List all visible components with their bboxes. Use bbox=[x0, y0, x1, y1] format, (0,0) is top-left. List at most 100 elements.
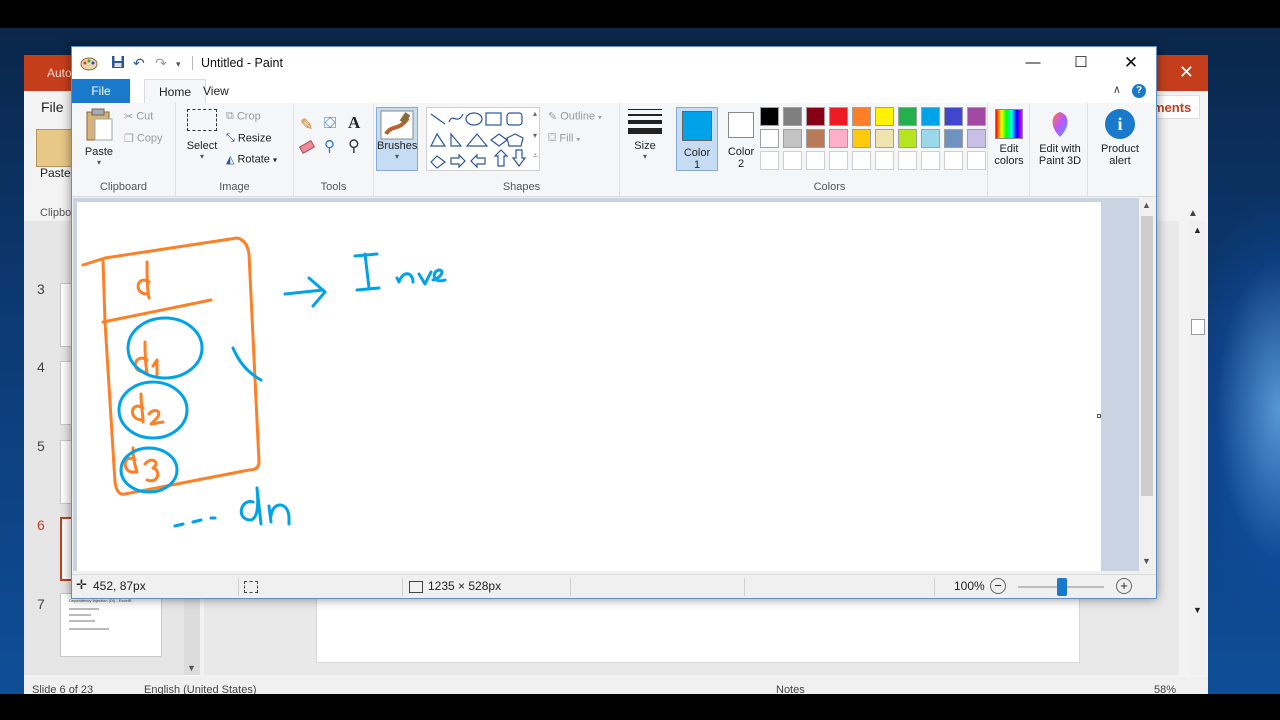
collapse-ribbon-icon[interactable]: ∧ bbox=[1113, 84, 1121, 96]
scroll-up-icon[interactable]: ▲ bbox=[1142, 200, 1151, 210]
palette-swatch[interactable] bbox=[898, 107, 917, 126]
help-icon[interactable]: ? bbox=[1132, 84, 1146, 98]
shapes-scroll-down-icon[interactable]: ▾ bbox=[533, 131, 537, 140]
paste-icon bbox=[82, 107, 116, 146]
scroll-down-icon[interactable]: ▼ bbox=[1193, 605, 1202, 615]
palette-swatch[interactable] bbox=[944, 107, 963, 126]
edit-with-paint3d-button[interactable]: Edit with Paint 3D bbox=[1032, 109, 1088, 167]
palette-swatch[interactable] bbox=[967, 107, 986, 126]
edit-colors-button[interactable]: Edit colors bbox=[990, 109, 1028, 167]
scroll-up-icon[interactable]: ▲ bbox=[1193, 225, 1202, 235]
custom-color-slot[interactable] bbox=[921, 151, 940, 170]
ppt-paste-icon[interactable] bbox=[36, 129, 72, 167]
select-dropdown-icon[interactable]: ▾ bbox=[182, 152, 222, 161]
palette-swatch[interactable] bbox=[829, 107, 848, 126]
slide-thumbnail[interactable]: Dependency Injection (DI) - ExcelR bbox=[60, 593, 162, 657]
outline-button[interactable]: ✎ Outline ▾ bbox=[548, 110, 602, 123]
scroll-down-icon[interactable]: ▼ bbox=[1142, 556, 1151, 566]
custom-color-slot[interactable] bbox=[852, 151, 871, 170]
palette-swatch[interactable] bbox=[852, 107, 871, 126]
palette-swatch[interactable] bbox=[875, 107, 894, 126]
palette-swatch[interactable] bbox=[760, 107, 779, 126]
slide-canvas[interactable] bbox=[316, 595, 1080, 663]
crop-button[interactable]: ⧉ Crop bbox=[226, 110, 261, 123]
save-icon[interactable] bbox=[111, 55, 125, 72]
shapes-gallery[interactable] bbox=[426, 107, 540, 171]
custom-color-slot[interactable] bbox=[944, 151, 963, 170]
brushes-button[interactable]: Brushes ▾ bbox=[376, 107, 418, 171]
scroll-thumb[interactable] bbox=[1191, 319, 1205, 335]
maximize-icon[interactable]: ☐ bbox=[1058, 47, 1104, 79]
palette-swatch[interactable] bbox=[967, 129, 986, 148]
text-tool-icon[interactable]: A bbox=[348, 113, 360, 133]
zoom-in-icon[interactable]: + bbox=[1116, 578, 1132, 594]
fill-bucket-icon[interactable]: ⛋ bbox=[324, 115, 336, 133]
shapes-scroll-up-icon[interactable]: ▴ bbox=[533, 109, 537, 118]
canvas-scrollbar[interactable]: ▲ ▼ bbox=[1139, 198, 1155, 571]
fill-button[interactable]: ⛋ Fill ▾ bbox=[548, 132, 580, 145]
eraser-icon[interactable] bbox=[298, 140, 316, 154]
paste-dropdown-icon[interactable]: ▾ bbox=[82, 158, 116, 167]
ppt-file-tab[interactable]: File bbox=[41, 99, 64, 115]
color2-label: Color bbox=[727, 146, 755, 158]
zoom-out-icon[interactable]: − bbox=[990, 578, 1006, 594]
tab-view[interactable]: View bbox=[189, 79, 243, 103]
color1-button[interactable]: Color 1 bbox=[676, 107, 718, 171]
undo-icon[interactable]: ↶ bbox=[133, 55, 145, 72]
palette-swatch[interactable] bbox=[921, 129, 940, 148]
customize-qat-icon[interactable]: ▾ bbox=[176, 59, 181, 70]
copy-button[interactable]: ❐ Copy bbox=[124, 132, 163, 145]
redo-icon[interactable]: ↷ bbox=[155, 55, 167, 72]
paste-button[interactable]: Paste ▾ bbox=[82, 107, 116, 167]
palette-swatch[interactable] bbox=[875, 129, 894, 148]
cursor-position: 452, 87px bbox=[93, 579, 146, 593]
palette-swatch[interactable] bbox=[921, 107, 940, 126]
tab-file[interactable]: File bbox=[72, 79, 130, 103]
color-picker-icon[interactable]: ⚲ bbox=[324, 137, 335, 155]
palette-swatch[interactable] bbox=[944, 129, 963, 148]
custom-color-slot[interactable] bbox=[967, 151, 986, 170]
palette-swatch[interactable] bbox=[898, 129, 917, 148]
shapes-more-icon[interactable]: ⩡ bbox=[533, 151, 538, 161]
shapes-group-label: Shapes bbox=[502, 181, 541, 193]
rotate-button[interactable]: ◭ Rotate ▾ bbox=[226, 153, 277, 166]
palette-swatch[interactable] bbox=[783, 129, 802, 148]
color2-button[interactable]: Color 2 bbox=[720, 107, 762, 171]
palette-swatch[interactable] bbox=[829, 129, 848, 148]
scroll-thumb[interactable] bbox=[1141, 216, 1153, 496]
custom-color-slot[interactable] bbox=[783, 151, 802, 170]
custom-color-slot[interactable] bbox=[875, 151, 894, 170]
magnifier-icon[interactable]: ⚲ bbox=[348, 136, 360, 156]
brushes-group: Brushes ▾ bbox=[374, 103, 422, 197]
size-button[interactable]: Size ▾ bbox=[626, 109, 664, 161]
custom-color-slot[interactable] bbox=[806, 151, 825, 170]
select-button[interactable]: Select ▾ bbox=[182, 109, 222, 161]
drawing-canvas[interactable] bbox=[77, 202, 1101, 571]
palette-swatch[interactable] bbox=[806, 129, 825, 148]
custom-color-slot[interactable] bbox=[829, 151, 848, 170]
resize-button[interactable]: ⤡ Resize bbox=[226, 132, 271, 145]
product-alert-button[interactable]: i Product alert bbox=[1094, 109, 1146, 167]
ppt-collapse-ribbon-icon[interactable]: ▲ bbox=[1188, 208, 1198, 219]
palette-swatch[interactable] bbox=[783, 107, 802, 126]
editor-scrollbar[interactable]: ▲ ▼ bbox=[1190, 221, 1206, 675]
scroll-down-icon[interactable]: ▼ bbox=[187, 663, 196, 673]
cut-button[interactable]: ✂ Cut bbox=[124, 110, 153, 123]
custom-color-slot[interactable] bbox=[760, 151, 779, 170]
paint-app-icon[interactable] bbox=[80, 55, 98, 74]
minimize-icon[interactable]: — bbox=[1010, 47, 1056, 79]
powerpoint-close-icon[interactable]: ✕ bbox=[1179, 62, 1194, 83]
zoom-slider-thumb[interactable] bbox=[1057, 578, 1067, 596]
canvas-resize-handle[interactable] bbox=[1097, 414, 1101, 418]
product-alert-line2: alert bbox=[1109, 155, 1131, 167]
custom-color-slot[interactable] bbox=[898, 151, 917, 170]
palette-swatch[interactable] bbox=[760, 129, 779, 148]
canvas-size-icon bbox=[409, 581, 423, 593]
close-icon[interactable]: ✕ bbox=[1108, 47, 1154, 79]
palette-swatch[interactable] bbox=[852, 129, 871, 148]
palette-swatch[interactable] bbox=[806, 107, 825, 126]
rotate-label: Rotate bbox=[237, 153, 270, 166]
pencil-icon[interactable]: ✎ bbox=[300, 115, 313, 135]
ppt-paste-label[interactable]: Paste bbox=[40, 166, 71, 180]
thumb-text-line bbox=[69, 628, 109, 630]
